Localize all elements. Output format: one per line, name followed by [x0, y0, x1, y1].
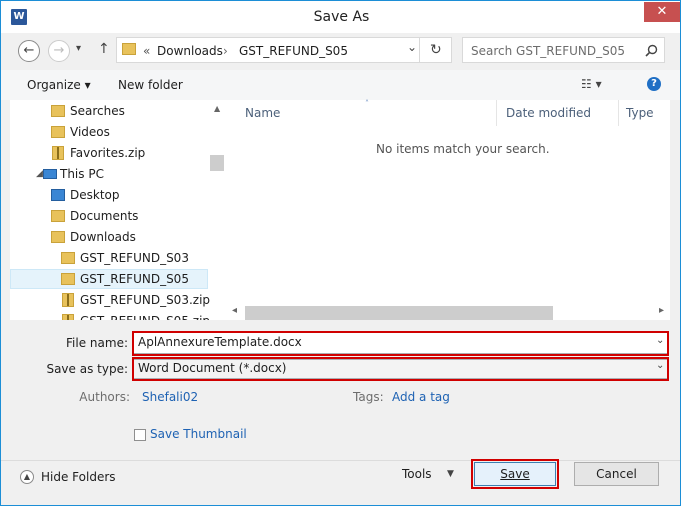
- desktop-icon: [51, 189, 65, 201]
- title-bar: W Save As ✕: [1, 1, 680, 33]
- tools-button[interactable]: Tools: [402, 467, 432, 481]
- scrollbar-thumb[interactable]: [210, 155, 224, 171]
- file-list-horizontal-scrollbar[interactable]: ◂ ▸: [230, 304, 670, 320]
- scrollbar-thumb[interactable]: [245, 306, 553, 320]
- tree-item-gst-refund-s03-zip[interactable]: GST_REFUND_S03.zip: [10, 290, 210, 310]
- file-name-label: File name:: [66, 336, 128, 350]
- tree-item-searches[interactable]: Searches: [10, 101, 210, 121]
- highlight-box: [471, 459, 559, 489]
- file-list-pane[interactable]: ˄ Name Date modified Type No items match…: [230, 99, 670, 320]
- zip-icon: [52, 146, 64, 160]
- searches-icon: [51, 105, 65, 117]
- search-icon[interactable]: [645, 44, 658, 57]
- save-thumbnail-checkbox[interactable]: [134, 429, 146, 441]
- recent-locations-icon[interactable]: ▾: [76, 43, 81, 54]
- search-placeholder: Search GST_REFUND_S05: [471, 44, 625, 58]
- window-title: Save As: [313, 9, 370, 25]
- toolbar: Organize ▾ New folder ☷ ▾ ?: [1, 70, 680, 100]
- folder-icon: [61, 273, 75, 285]
- address-bar[interactable]: « Downloads › GST_REFUND_S05 ⌄ ↻: [116, 37, 452, 63]
- column-divider[interactable]: [496, 100, 497, 126]
- zip-icon: [62, 314, 74, 320]
- scroll-left-icon[interactable]: ◂: [232, 305, 237, 316]
- hide-folders-icon[interactable]: ▲: [20, 470, 34, 484]
- sort-indicator-icon: ˄: [365, 99, 369, 108]
- up-button[interactable]: ↑: [98, 41, 110, 57]
- scroll-up-icon[interactable]: ▲: [214, 104, 220, 113]
- expanded-chevron-icon[interactable]: ◢: [36, 164, 43, 184]
- authors-label: Authors:: [79, 390, 130, 404]
- tools-dropdown-icon[interactable]: ▼: [447, 469, 454, 479]
- zip-icon: [62, 293, 74, 307]
- tree-item-gst-refund-s05-zip[interactable]: GST_REFUND_S05.zip: [10, 311, 210, 320]
- close-button[interactable]: ✕: [644, 2, 680, 22]
- highlight-box: [132, 357, 669, 381]
- cancel-button[interactable]: Cancel: [574, 462, 659, 486]
- tree-scrollbar[interactable]: ▲: [210, 100, 226, 320]
- documents-icon: [51, 210, 65, 222]
- tree-item-favorites-zip[interactable]: Favorites.zip: [10, 143, 210, 163]
- tree-item-gst-refund-s03[interactable]: GST_REFUND_S03: [10, 248, 210, 268]
- breadcrumb-separator-icon[interactable]: ›: [223, 44, 228, 58]
- navigation-pane[interactable]: Searches Videos Favorites.zip ◢ This PC …: [10, 100, 230, 320]
- folder-icon: [122, 43, 136, 55]
- downloads-icon: [51, 231, 65, 243]
- hide-folders-button[interactable]: Hide Folders: [41, 470, 116, 484]
- folder-icon: [61, 252, 75, 264]
- tree-item-downloads[interactable]: Downloads: [10, 227, 210, 247]
- divider: [419, 38, 420, 62]
- search-input[interactable]: Search GST_REFUND_S05: [462, 37, 665, 63]
- breadcrumb-downloads[interactable]: Downloads: [157, 44, 223, 58]
- back-button[interactable]: ←: [18, 40, 40, 62]
- column-header-type[interactable]: Type: [626, 106, 654, 120]
- breadcrumb-overflow[interactable]: «: [143, 44, 150, 58]
- organize-button[interactable]: Organize ▾: [27, 78, 91, 92]
- save-thumbnail-label[interactable]: Save Thumbnail: [150, 427, 247, 441]
- refresh-icon[interactable]: ↻: [430, 42, 442, 58]
- highlight-box: [132, 331, 669, 356]
- column-divider[interactable]: [618, 100, 619, 126]
- tags-input[interactable]: Add a tag: [392, 390, 450, 404]
- column-header-name[interactable]: Name: [245, 106, 280, 120]
- new-folder-button[interactable]: New folder: [118, 78, 183, 92]
- tree-item-videos[interactable]: Videos: [10, 122, 210, 142]
- tags-label: Tags:: [353, 390, 384, 404]
- address-dropdown-icon[interactable]: ⌄: [407, 40, 417, 54]
- column-header-date-modified[interactable]: Date modified: [506, 106, 591, 120]
- empty-message: No items match your search.: [376, 142, 550, 156]
- scroll-right-icon[interactable]: ▸: [659, 305, 664, 316]
- save-as-type-label: Save as type:: [46, 362, 128, 376]
- tree-item-gst-refund-s05[interactable]: GST_REFUND_S05: [10, 269, 208, 289]
- view-options-button[interactable]: ☷ ▾: [581, 77, 602, 91]
- footer-divider: [1, 460, 680, 461]
- help-icon[interactable]: ?: [647, 77, 661, 91]
- tree-item-documents[interactable]: Documents: [10, 206, 210, 226]
- computer-icon: [43, 169, 57, 179]
- authors-value[interactable]: Shefali02: [142, 390, 198, 404]
- forward-button[interactable]: →: [48, 40, 70, 62]
- videos-icon: [51, 126, 65, 138]
- breadcrumb-current[interactable]: GST_REFUND_S05: [239, 44, 348, 58]
- tree-item-this-pc[interactable]: ◢ This PC: [10, 164, 210, 184]
- tree-item-desktop[interactable]: Desktop: [10, 185, 210, 205]
